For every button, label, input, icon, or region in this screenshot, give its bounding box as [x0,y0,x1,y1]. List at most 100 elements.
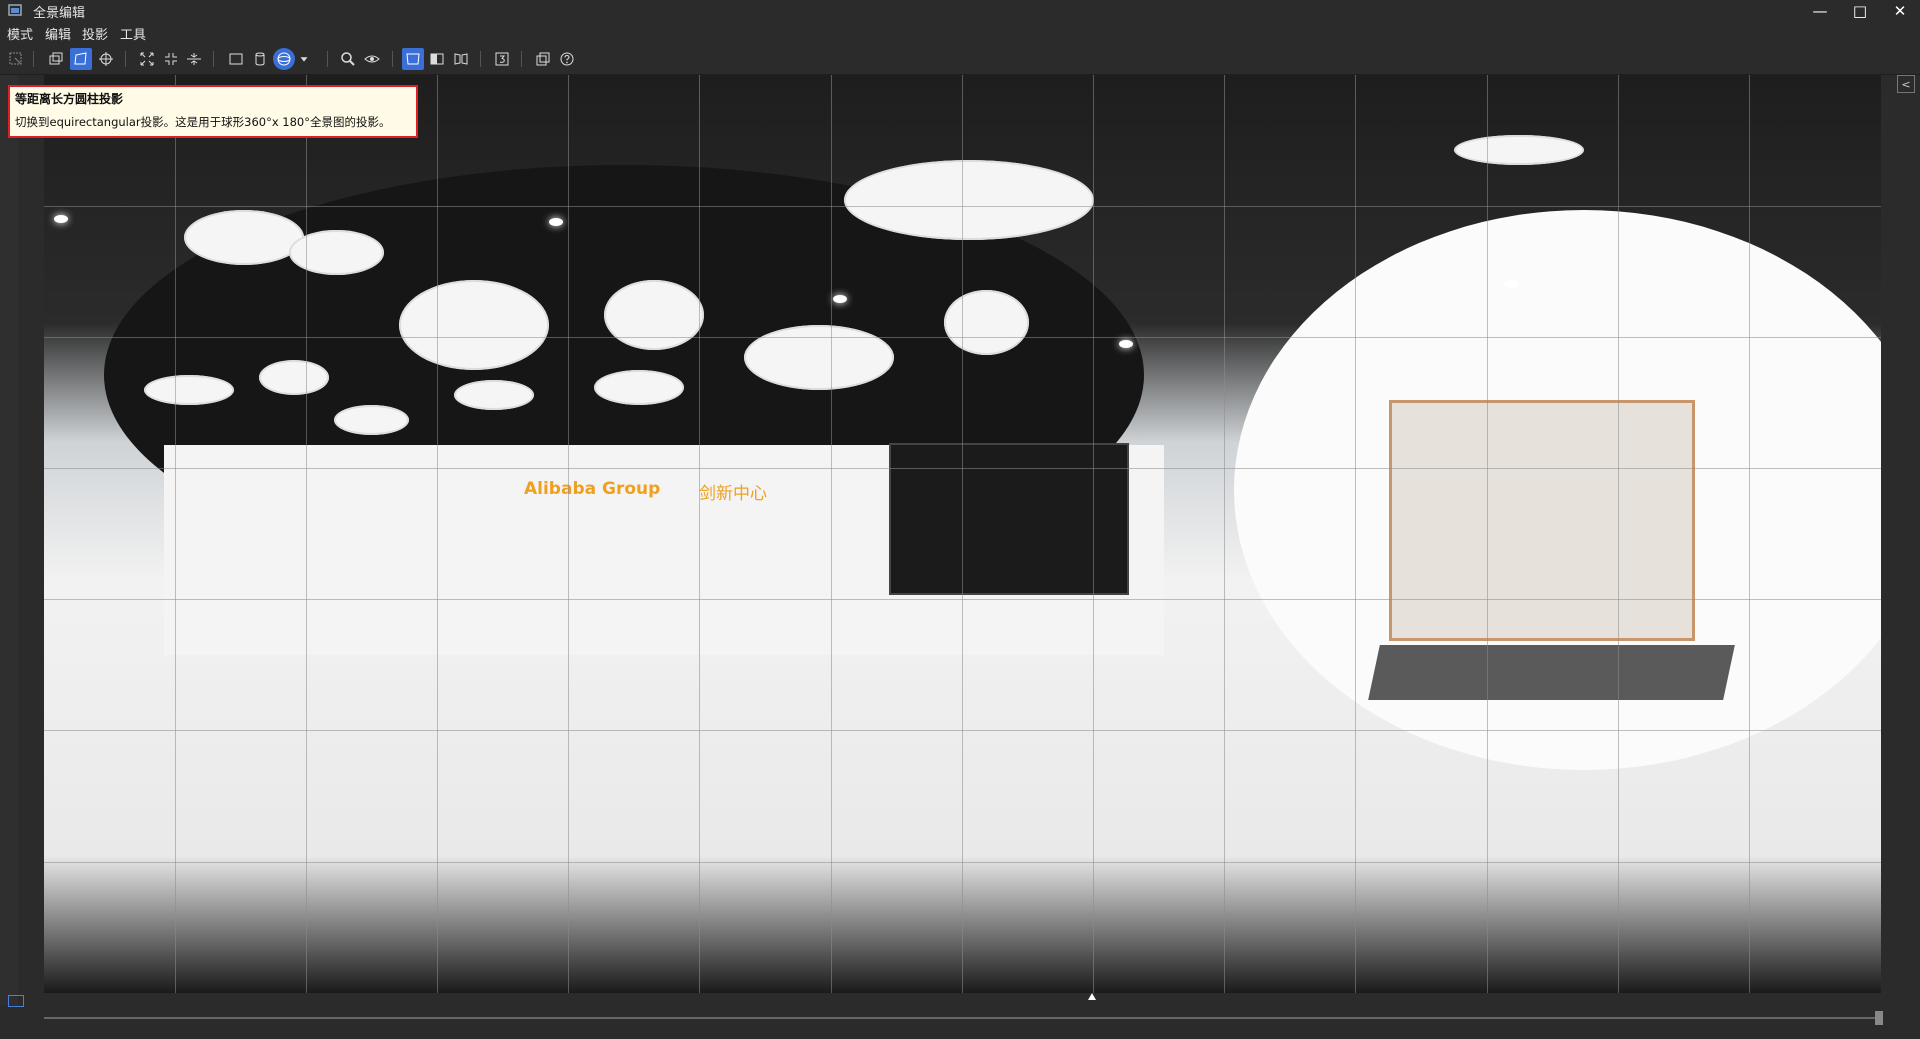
layout-single-icon [406,53,420,65]
glass-door [1389,400,1695,641]
layout-single-button[interactable] [402,48,424,70]
tooltip-body: 切换到equirectangular投影。这是用于球形360°x 180°全景图… [15,115,391,129]
grid-line [1749,75,1750,993]
horizontal-slider-handle[interactable] [1875,1011,1883,1025]
grid-line [306,75,307,993]
cloud-decoration [289,230,384,275]
fit-button[interactable] [136,48,158,70]
ceiling-lamp [1504,280,1518,288]
cloud-decoration [594,370,684,405]
cloud-decoration [844,160,1094,240]
toolbar-separator [392,51,393,67]
left-panel [0,75,18,1005]
corner-toggle-button[interactable] [8,995,24,1007]
minimize-icon: — [1812,2,1828,20]
projection-tooltip: 等距离长方圆柱投影 切换到equirectangular投影。这是用于球形360… [8,85,418,138]
dropdown-icon [300,57,308,62]
grid-line [1487,75,1488,993]
grid-line [568,75,569,993]
alibaba-logo-text: Alibaba Group [524,479,661,499]
collapse-panel-button[interactable]: < [1897,75,1915,93]
grid-line [1093,75,1094,993]
grid-line [44,862,1881,863]
menu-projection[interactable]: 投影 [82,24,108,43]
toolbar [0,44,1920,75]
maximize-button[interactable]: □ [1840,0,1880,22]
tooltip-title: 等距离长方圆柱投影 [15,92,124,106]
entrance-carpet [1368,645,1735,700]
center-icon [99,52,113,66]
grid-line [699,75,700,993]
crop-button[interactable] [160,48,182,70]
toolbar-separator [33,51,34,67]
rectilinear-button[interactable] [225,48,247,70]
crop-icon [165,53,177,65]
window-button[interactable] [532,48,554,70]
perspective-icon [49,52,63,65]
toolbar-separator [521,51,522,67]
cloud-decoration [144,375,234,405]
mosaic-button[interactable] [70,48,92,70]
cloud-decoration [334,405,409,435]
center-button[interactable] [95,48,117,70]
ceiling-lamp [549,218,563,226]
layout-half-button[interactable] [426,48,448,70]
grid-line [962,75,963,993]
panorama-preview[interactable]: Alibaba Group 剑新中心 [44,75,1881,993]
equirectangular-icon [277,52,291,66]
toolbar-separator [327,51,328,67]
close-icon: ✕ [1893,2,1907,20]
preview-icon [364,55,380,63]
fit-icon [140,52,154,66]
rectilinear-icon [229,53,243,65]
grid-line [1618,75,1619,993]
layout-half-icon [430,53,444,65]
cloud-decoration [184,210,304,265]
perspective-button[interactable] [45,48,67,70]
equirectangular-button[interactable] [273,48,295,70]
preview-button[interactable] [361,48,383,70]
app-icon [8,4,22,16]
menu-mode[interactable]: 模式 [7,24,33,43]
select-icon [9,52,22,65]
cloud-decoration [454,380,534,410]
mosaic-icon [74,52,87,65]
number-three-button[interactable] [491,48,513,70]
cloud-decoration [259,360,329,395]
chevron-left-icon: < [1901,77,1911,91]
title-bar: 全景编辑 — □ ✕ [0,0,1920,22]
maximize-icon: □ [1852,2,1868,20]
grid-line [175,75,176,993]
cloud-decoration [944,290,1029,355]
horizon-marker-icon[interactable] [1088,993,1096,1000]
bottom-padding [0,1030,1920,1039]
grid-line [44,730,1881,731]
horizontal-slider-track[interactable] [44,1017,1881,1019]
projection-dropdown-button[interactable] [297,48,311,70]
grid-line [831,75,832,993]
grid-line [1355,75,1356,993]
toolbar-separator [480,51,481,67]
cylindrical-icon [255,52,265,66]
ceiling-lamp [833,295,847,303]
toolbar-separator [125,51,126,67]
cloud-decoration [604,280,704,350]
menu-tools[interactable]: 工具 [120,24,146,43]
help-button[interactable] [556,48,578,70]
layout-split-button[interactable] [450,48,472,70]
grid-line [44,599,1881,600]
grid-line [44,337,1881,338]
window-title: 全景编辑 [33,6,86,21]
zoom-button[interactable] [337,48,359,70]
select-tool-button[interactable] [5,48,27,70]
minimize-button[interactable]: — [1800,0,1840,22]
ceiling-light [1454,135,1584,165]
cylindrical-button[interactable] [249,48,271,70]
close-button[interactable]: ✕ [1880,0,1920,22]
menu-edit[interactable]: 编辑 [45,24,71,43]
menu-bar: 模式 编辑 投影 工具 [0,22,1920,44]
straighten-icon [187,53,201,65]
straighten-button[interactable] [183,48,205,70]
grid-line [1224,75,1225,993]
cloud-decoration [744,325,894,390]
